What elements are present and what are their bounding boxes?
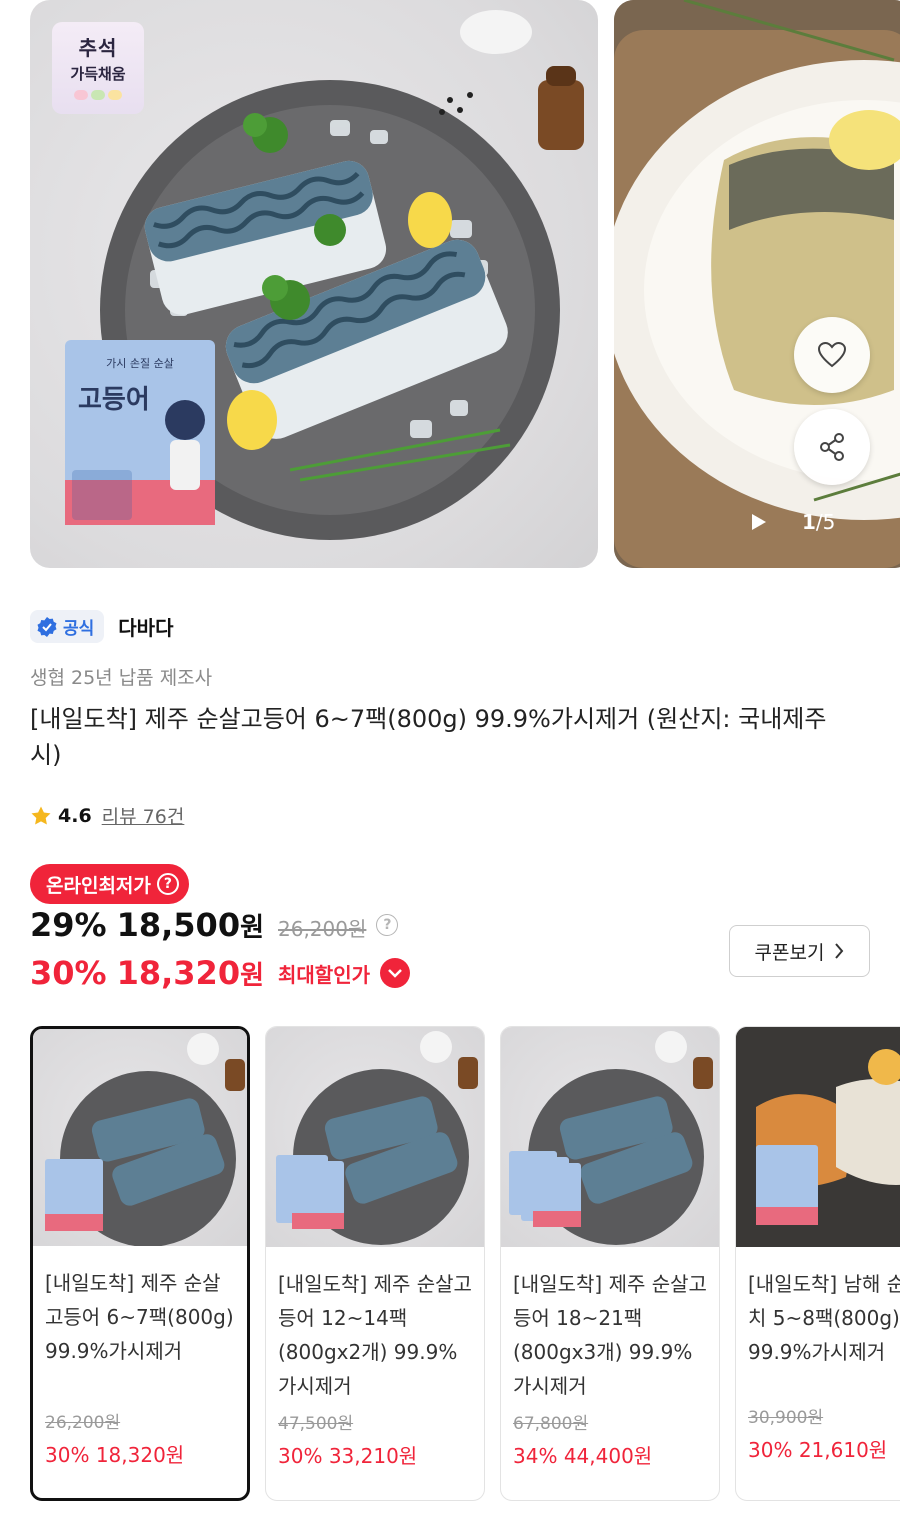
share-button[interactable]: [794, 409, 870, 485]
review-count-link[interactable]: 리뷰 76건: [102, 802, 185, 829]
badge-line2: 가득채움: [70, 65, 126, 83]
lowest-badge-label: 온라인최저가: [46, 874, 151, 897]
option-discount: 30%: [748, 1438, 793, 1462]
option-sale-price: 21,610원: [798, 1438, 888, 1462]
seller-name[interactable]: 다바다: [118, 612, 173, 641]
badge-line1: 추석: [78, 36, 118, 60]
cooked-mackerel-illustration: [614, 0, 900, 568]
max-discount-label: 최대할인가: [278, 962, 370, 987]
option-original-price: 67,800원: [513, 1414, 589, 1434]
chuseok-promo-badge: 추석 가득채움: [52, 22, 144, 114]
chevron-right-icon: [835, 943, 844, 959]
option-discount: 30%: [45, 1443, 90, 1467]
option-card-3[interactable]: [내일도착] 제주 순살고등어 18~21팩(800gx3개) 99.9%가시제…: [500, 1026, 720, 1501]
play-icon[interactable]: [750, 512, 768, 532]
wishlist-button[interactable]: [794, 317, 870, 393]
option-image: [501, 1027, 719, 1247]
max-discount-rate: 30%: [30, 954, 107, 992]
sale-price: 18,500: [116, 906, 241, 944]
official-label: 공식: [63, 619, 95, 639]
option-name: [내일도착] 남해 순살삼치 5~8팩(800g) 99.9%가시제거: [748, 1272, 900, 1364]
discount-rate: 29%: [30, 906, 107, 944]
option-original-price: 30,900원: [748, 1408, 824, 1428]
option-name: [내일도착] 제주 순살고등어 12~14팩(800gx2개) 99.9%가시제…: [278, 1272, 472, 1398]
online-lowest-badge[interactable]: 온라인최저가 ?: [30, 864, 189, 904]
chevron-down-icon[interactable]: [380, 958, 410, 988]
help-icon[interactable]: ?: [156, 873, 179, 895]
option-image: [266, 1027, 484, 1247]
currency-unit-2: 원: [240, 961, 264, 991]
counter-sep: /: [815, 510, 823, 534]
option-discount: 34%: [513, 1444, 558, 1468]
slide-counter-text: 1/5: [802, 510, 835, 534]
product-title: [내일도착] 제주 순살고등어 6~7팩(800g) 99.9%가시제거 (원산…: [30, 705, 827, 769]
package-brand: 가시 손질 순살: [106, 357, 174, 370]
sale-price-row: 29% 18,500원 26,200원 ?: [30, 906, 399, 944]
max-discount-price: 18,320: [116, 954, 241, 992]
option-list[interactable]: [내일도착] 제주 순살고등어 6~7팩(800g) 99.9%가시제거 26,…: [30, 1026, 900, 1501]
product-image-main[interactable]: 추석 가득채움 가시 손질 순살 고등어: [30, 0, 598, 568]
option-card-4[interactable]: [내일도착] 남해 순살삼치 5~8팩(800g) 99.9%가시제거 30,9…: [735, 1026, 900, 1501]
counter-current: 1: [802, 510, 816, 534]
option-price: 30% 18,320원: [45, 1439, 235, 1468]
rating-row[interactable]: 4.6 리뷰 76건: [30, 802, 184, 829]
package-label: 가시 손질 순살 고등어: [70, 355, 210, 416]
songpyeon-icon: [74, 90, 122, 100]
package-title: 고등어: [78, 385, 150, 415]
product-image-next[interactable]: [614, 0, 900, 568]
currency-unit: 원: [240, 913, 264, 943]
option-price: 30% 21,610원: [748, 1434, 900, 1463]
slide-counter: 1/5: [750, 510, 835, 534]
option-sale-price: 44,400원: [563, 1444, 653, 1468]
option-image: [736, 1027, 900, 1247]
official-badge: 공식: [30, 610, 105, 643]
option-name: [내일도착] 제주 순살고등어 18~21팩(800gx3개) 99.9%가시제…: [513, 1272, 707, 1398]
option-card-2[interactable]: [내일도착] 제주 순살고등어 12~14팩(800gx2개) 99.9%가시제…: [265, 1026, 485, 1501]
option-name: [내일도착] 제주 순살고등어 6~7팩(800g) 99.9%가시제거: [45, 1271, 234, 1363]
coupon-label: 쿠폰보기: [754, 941, 825, 964]
option-original-price: 26,200원: [45, 1413, 121, 1433]
verified-check-icon: [37, 616, 57, 637]
view-coupon-button[interactable]: 쿠폰보기: [729, 925, 870, 977]
seller-row[interactable]: 공식 다바다: [30, 610, 173, 643]
option-image: [33, 1029, 247, 1246]
max-discount-row[interactable]: 30% 18,320원 최대할인가: [30, 954, 410, 992]
option-card-1[interactable]: [내일도착] 제주 순살고등어 6~7팩(800g) 99.9%가시제거 26,…: [30, 1026, 250, 1501]
option-discount: 30%: [278, 1444, 323, 1468]
share-icon: [820, 433, 844, 461]
heart-icon: [817, 341, 847, 368]
option-sale-price: 18,320원: [95, 1443, 185, 1467]
counter-total: 5: [822, 510, 836, 534]
option-sale-price: 33,210원: [328, 1444, 418, 1468]
original-price: 26,200원: [278, 917, 367, 941]
option-original-price: 47,500원: [278, 1414, 354, 1434]
option-price: 30% 33,210원: [278, 1440, 472, 1469]
option-price: 34% 44,400원: [513, 1440, 707, 1469]
product-subtag: 생협 25년 납품 제조사: [30, 667, 213, 689]
price-help-icon[interactable]: ?: [376, 914, 399, 936]
rating-score: 4.6: [58, 804, 92, 827]
image-carousel[interactable]: 추석 가득채움 가시 손질 순살 고등어 1/5: [0, 0, 900, 570]
star-icon: [31, 806, 51, 824]
